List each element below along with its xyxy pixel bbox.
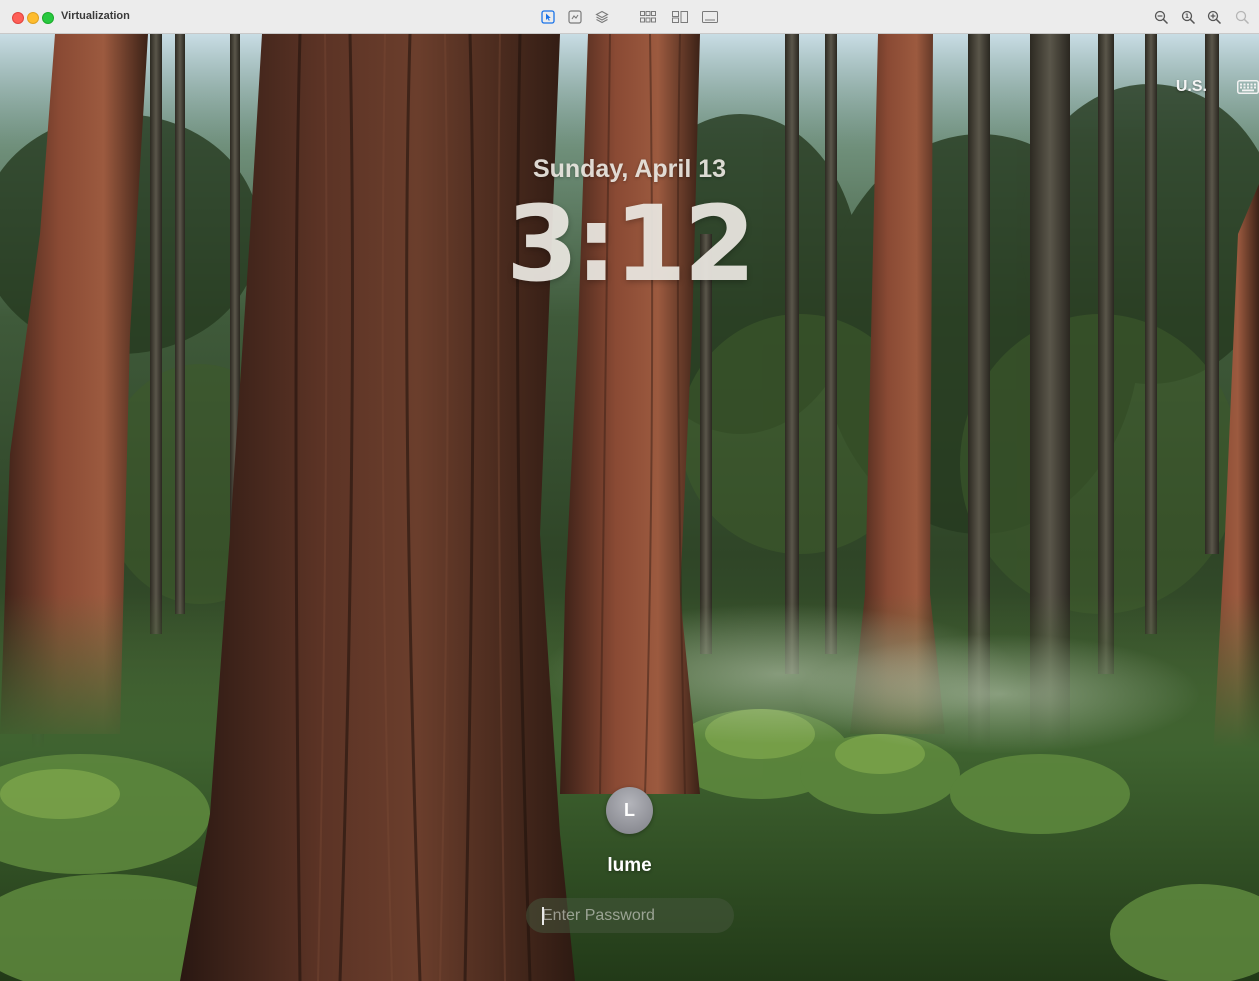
window-title: Virtualization xyxy=(61,10,130,22)
display-icon[interactable] xyxy=(701,8,719,26)
pointer-icon[interactable] xyxy=(539,8,557,26)
password-field[interactable] xyxy=(526,898,734,933)
window-titlebar: Virtualization 1 xyxy=(0,0,1259,34)
user-avatar[interactable]: L xyxy=(606,787,653,834)
zoom-out-icon[interactable] xyxy=(1152,8,1170,26)
vm-display[interactable]: U.S. Sunday, April 13 3:12 L lume xyxy=(0,34,1259,981)
windows-icon[interactable] xyxy=(671,8,689,26)
grid-icon[interactable] xyxy=(639,8,657,26)
minimize-window-button[interactable] xyxy=(27,12,39,24)
text-caret xyxy=(542,907,544,925)
layers-icon[interactable] xyxy=(593,8,611,26)
input-source-label[interactable]: U.S. xyxy=(1176,78,1207,96)
zoom-actual-icon[interactable]: 1 xyxy=(1179,8,1197,26)
avatar-initial: L xyxy=(624,800,635,820)
username-label: lume xyxy=(607,855,652,876)
zoom-in-icon[interactable] xyxy=(1205,8,1223,26)
lockscreen-date: Sunday, April 13 xyxy=(532,155,727,183)
close-window-button[interactable] xyxy=(12,12,24,24)
maximize-window-button[interactable] xyxy=(42,12,54,24)
lockscreen-clock: 3:12 xyxy=(506,183,756,305)
screenshot-icon[interactable] xyxy=(566,8,584,26)
svg-text:1: 1 xyxy=(1184,13,1188,20)
zoom-fit-icon[interactable] xyxy=(1233,8,1251,26)
